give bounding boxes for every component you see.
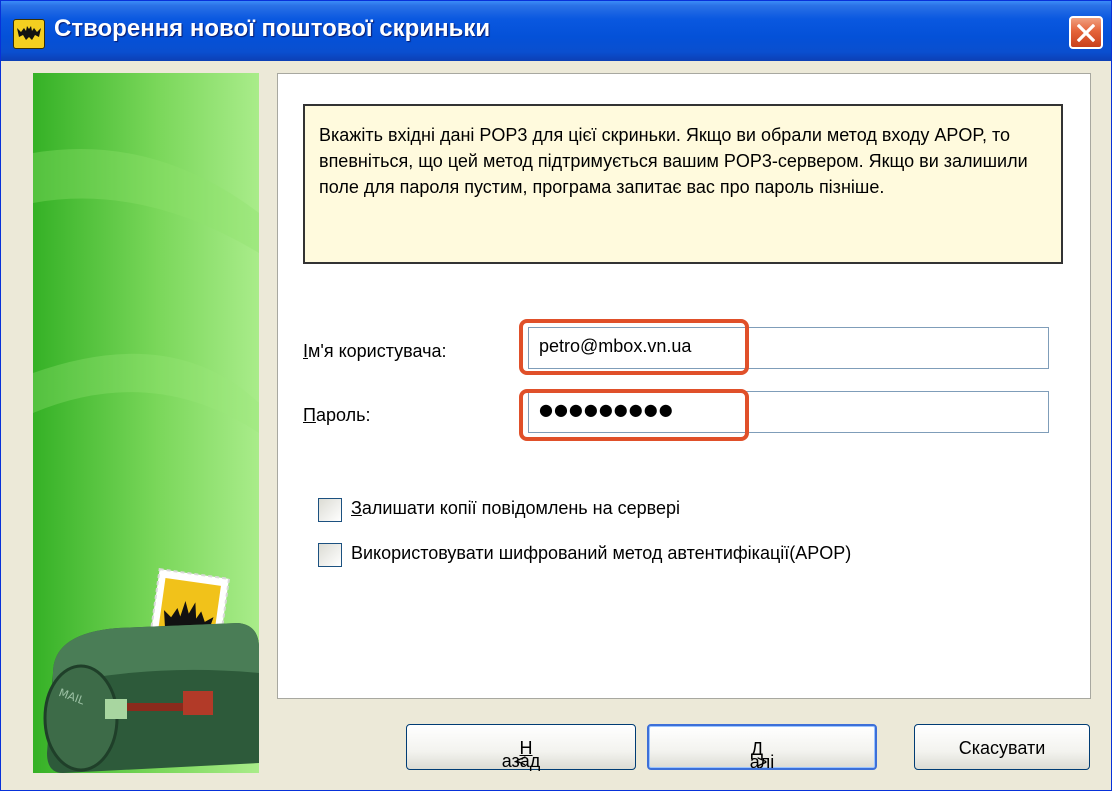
password-label: Пароль:	[303, 405, 371, 425]
close-icon	[1077, 24, 1095, 42]
close-button[interactable]	[1069, 16, 1103, 49]
keep-copies-checkbox[interactable]	[318, 498, 342, 522]
username-label: Ім'я користувача:	[303, 341, 447, 361]
title-bar[interactable]: Створення нової поштової скриньки	[1, 1, 1111, 61]
apop-checkbox[interactable]	[318, 543, 342, 567]
cancel-button[interactable]: Скасувати	[914, 724, 1090, 770]
next-button[interactable]: Далі >	[647, 724, 877, 772]
apop-label[interactable]: Використовувати шифрований метод автенти…	[351, 543, 851, 564]
mailbox-illustration: MAIL	[33, 149, 259, 773]
window-title: Створення нової поштової скриньки	[54, 15, 491, 42]
username-highlight	[519, 319, 749, 375]
wizard-window: Створення нової поштової скриньки MAIL В…	[0, 0, 1112, 791]
keep-copies-label[interactable]: Залишати копії повідомлень на сервері	[351, 498, 680, 519]
bat-icon	[13, 19, 45, 49]
info-text: Вкажіть вхідні дані POP3 для цієї скринь…	[319, 125, 1028, 197]
info-box: Вкажіть вхідні дані POP3 для цієї скринь…	[303, 104, 1063, 264]
password-highlight	[519, 389, 749, 441]
wizard-side-image: MAIL	[33, 73, 259, 773]
back-button[interactable]: < Назад	[406, 724, 636, 771]
